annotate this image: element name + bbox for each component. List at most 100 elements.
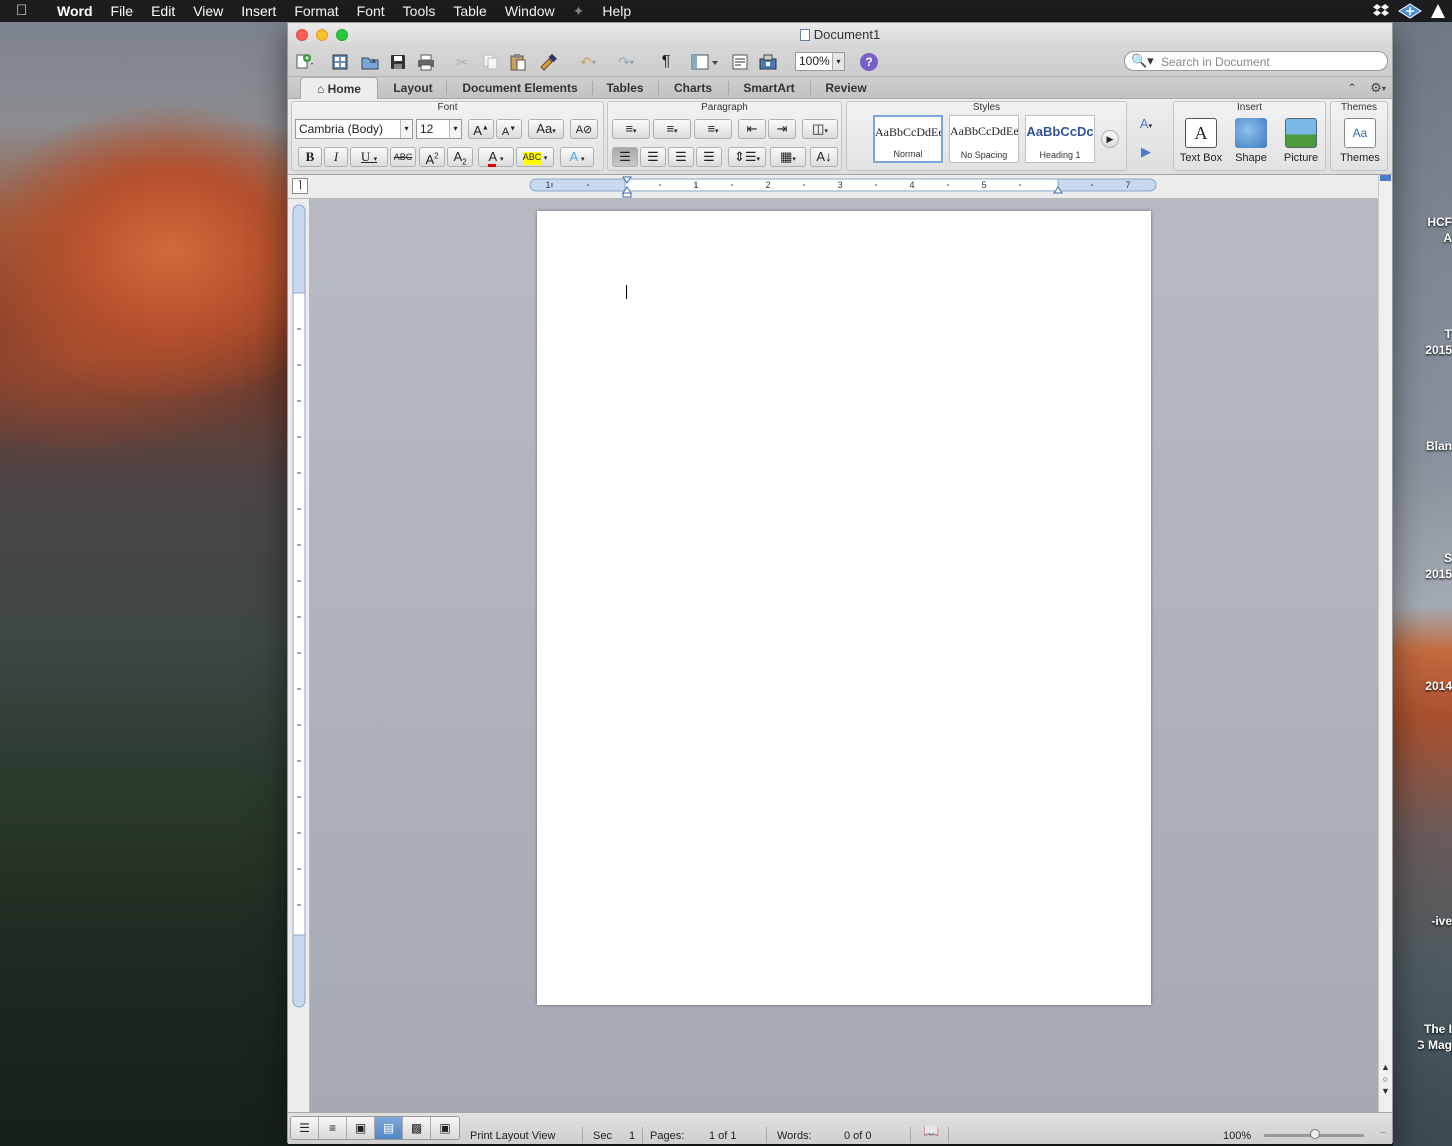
open-icon[interactable] (358, 51, 382, 73)
align-right-button[interactable]: ☰ (668, 147, 694, 167)
desktop-icon-label[interactable]: 2014 (1418, 679, 1452, 693)
line-spacing-button[interactable]: ⇕☰▾ (728, 147, 766, 167)
zoom-window-button[interactable] (336, 29, 348, 41)
bold-button[interactable]: B (298, 147, 322, 167)
justify-button[interactable]: ☰ (696, 147, 722, 167)
copy-icon[interactable] (478, 51, 502, 73)
desktop-icon-label[interactable]: 2015 (1418, 567, 1452, 581)
align-center-button[interactable]: ☰ (640, 147, 666, 167)
styles-next-icon[interactable]: ▶ (1101, 130, 1119, 148)
desktop-icon-label[interactable]: The I (1418, 1022, 1452, 1036)
help-icon[interactable]: ? (860, 53, 878, 71)
previous-page-icon[interactable]: ▲ (1379, 1061, 1392, 1073)
desktop-icon-label[interactable]: T (1418, 327, 1452, 341)
bullets-button[interactable]: ≡▾ (612, 119, 650, 139)
shape-button[interactable]: Shape (1228, 118, 1274, 164)
styles-pane-icon[interactable]: ▶ (1131, 143, 1161, 163)
ribbon-settings-icon[interactable]: ⚙ ▾ (1364, 77, 1392, 99)
vertical-scrollbar[interactable]: ▲ ○ ▼ (1378, 175, 1392, 1112)
decrease-indent-button[interactable]: ⇤ (738, 119, 766, 139)
search-icon[interactable]: 🔍▾ (1131, 53, 1154, 69)
desktop-icon-label[interactable]: ive- (1418, 914, 1452, 928)
resize-grip-icon[interactable]: − (1380, 1128, 1386, 1140)
clear-formatting-button[interactable]: A⊘ (570, 119, 598, 139)
multilevel-list-button[interactable]: ≡▾ (694, 119, 732, 139)
document-canvas[interactable] (310, 199, 1378, 1112)
format-painter-icon[interactable] (536, 51, 560, 73)
desktop-icon-label[interactable]: HCF (1418, 215, 1452, 229)
paste-icon[interactable] (506, 51, 530, 73)
search-field[interactable]: 🔍▾ (1124, 51, 1388, 71)
themes-button[interactable]: Aa Themes (1335, 118, 1385, 164)
desktop-icon-label[interactable]: G Mag (1418, 1038, 1452, 1052)
vertical-ruler[interactable] (288, 199, 310, 1112)
change-case-button[interactable]: Aa▾ (528, 119, 564, 139)
publishing-layout-view-icon[interactable]: ▣ (347, 1117, 375, 1139)
document-proxy-icon[interactable] (799, 29, 810, 41)
toolbox-icon[interactable] (756, 51, 780, 73)
subscript-button[interactable]: A2 (447, 147, 473, 167)
font-color-button[interactable]: A ▾ (478, 147, 514, 167)
print-layout-view-icon[interactable]: ▤ (375, 1117, 403, 1139)
focus-view-icon[interactable]: ▣ (431, 1117, 459, 1139)
search-input[interactable] (1161, 54, 1381, 69)
style-normal[interactable]: AaBbCcDdEe Normal (873, 115, 943, 163)
menu-table[interactable]: Table (444, 0, 495, 22)
menu-window[interactable]: Window (496, 0, 564, 22)
align-left-button[interactable]: ☰ (612, 147, 638, 167)
draft-view-icon[interactable]: ☰ (291, 1117, 319, 1139)
strikethrough-button[interactable]: ABC (390, 147, 416, 167)
menu-app-word[interactable]: Word (48, 0, 102, 22)
tab-selector-icon[interactable]: ⌉ (292, 178, 308, 194)
view-sidebar-icon[interactable] (688, 51, 722, 73)
menu-font[interactable]: Font (348, 0, 394, 22)
highlight-button[interactable]: ABC ▾ (516, 147, 554, 167)
left-margin-marker[interactable] (622, 192, 632, 198)
templates-gallery-icon[interactable] (328, 51, 352, 73)
collapse-ribbon-icon[interactable]: ⌃ (1340, 77, 1364, 99)
apple-menu-icon[interactable]:  (16, 3, 36, 19)
document-page[interactable] (537, 211, 1151, 1005)
underline-button[interactable]: U ▾ (350, 147, 388, 167)
show-formatting-icon[interactable]: ¶ (654, 51, 678, 73)
title-bar[interactable]: Document1 (288, 23, 1392, 47)
style-no-spacing[interactable]: AaBbCcDdEe No Spacing (949, 115, 1019, 163)
close-window-button[interactable] (296, 29, 308, 41)
horizontal-ruler[interactable]: 1 1 2 3 4 5 7 (528, 175, 1228, 199)
dropbox-icon[interactable] (1372, 3, 1390, 19)
menu-format[interactable]: Format (285, 0, 347, 22)
numbering-button[interactable]: ≡▾ (653, 119, 691, 139)
text-box-button[interactable]: A Text Box (1178, 118, 1224, 164)
menu-help[interactable]: Help (593, 0, 640, 22)
tab-smartart[interactable]: SmartArt (732, 77, 806, 99)
tab-home[interactable]: ⌂ Home (300, 77, 378, 99)
notebook-layout-view-icon[interactable]: ▩ (403, 1117, 431, 1139)
columns-button[interactable]: ◫▾ (802, 119, 838, 139)
zoom-select[interactable]: 100% ▾ (795, 52, 845, 71)
picture-button[interactable]: Picture (1278, 118, 1324, 164)
tab-review[interactable]: Review (814, 77, 878, 99)
desktop-icon-label[interactable]: S (1418, 551, 1452, 565)
network-status-icon[interactable] (1398, 3, 1422, 19)
cut-icon[interactable]: ✂ (450, 51, 474, 73)
menu-edit[interactable]: Edit (142, 0, 184, 22)
shrink-font-button[interactable]: A▼ (496, 119, 522, 139)
split-view-icon[interactable] (1380, 175, 1391, 181)
italic-button[interactable]: I (324, 147, 348, 167)
print-icon[interactable] (414, 51, 438, 73)
increase-indent-button[interactable]: ⇥ (768, 119, 796, 139)
grow-font-button[interactable]: A▲ (468, 119, 494, 139)
tab-layout[interactable]: Layout (383, 77, 443, 99)
tab-charts[interactable]: Charts (662, 77, 724, 99)
tab-document-elements[interactable]: Document Elements (451, 77, 589, 99)
manage-styles-icon[interactable]: A▾ (1131, 115, 1161, 135)
desktop-icon-label[interactable]: Blan (1418, 439, 1452, 453)
zoom-slider-thumb[interactable] (1310, 1129, 1320, 1139)
borders-button[interactable]: ▦▾ (770, 147, 806, 167)
font-name-select[interactable]: Cambria (Body) ▾ (295, 119, 413, 139)
next-page-icon[interactable]: ▼ (1379, 1085, 1392, 1097)
new-document-icon[interactable] (292, 51, 316, 73)
save-icon[interactable] (386, 51, 410, 73)
script-menu-icon[interactable]: ✦ (564, 0, 594, 22)
text-effects-button[interactable]: A ▾ (560, 147, 594, 167)
